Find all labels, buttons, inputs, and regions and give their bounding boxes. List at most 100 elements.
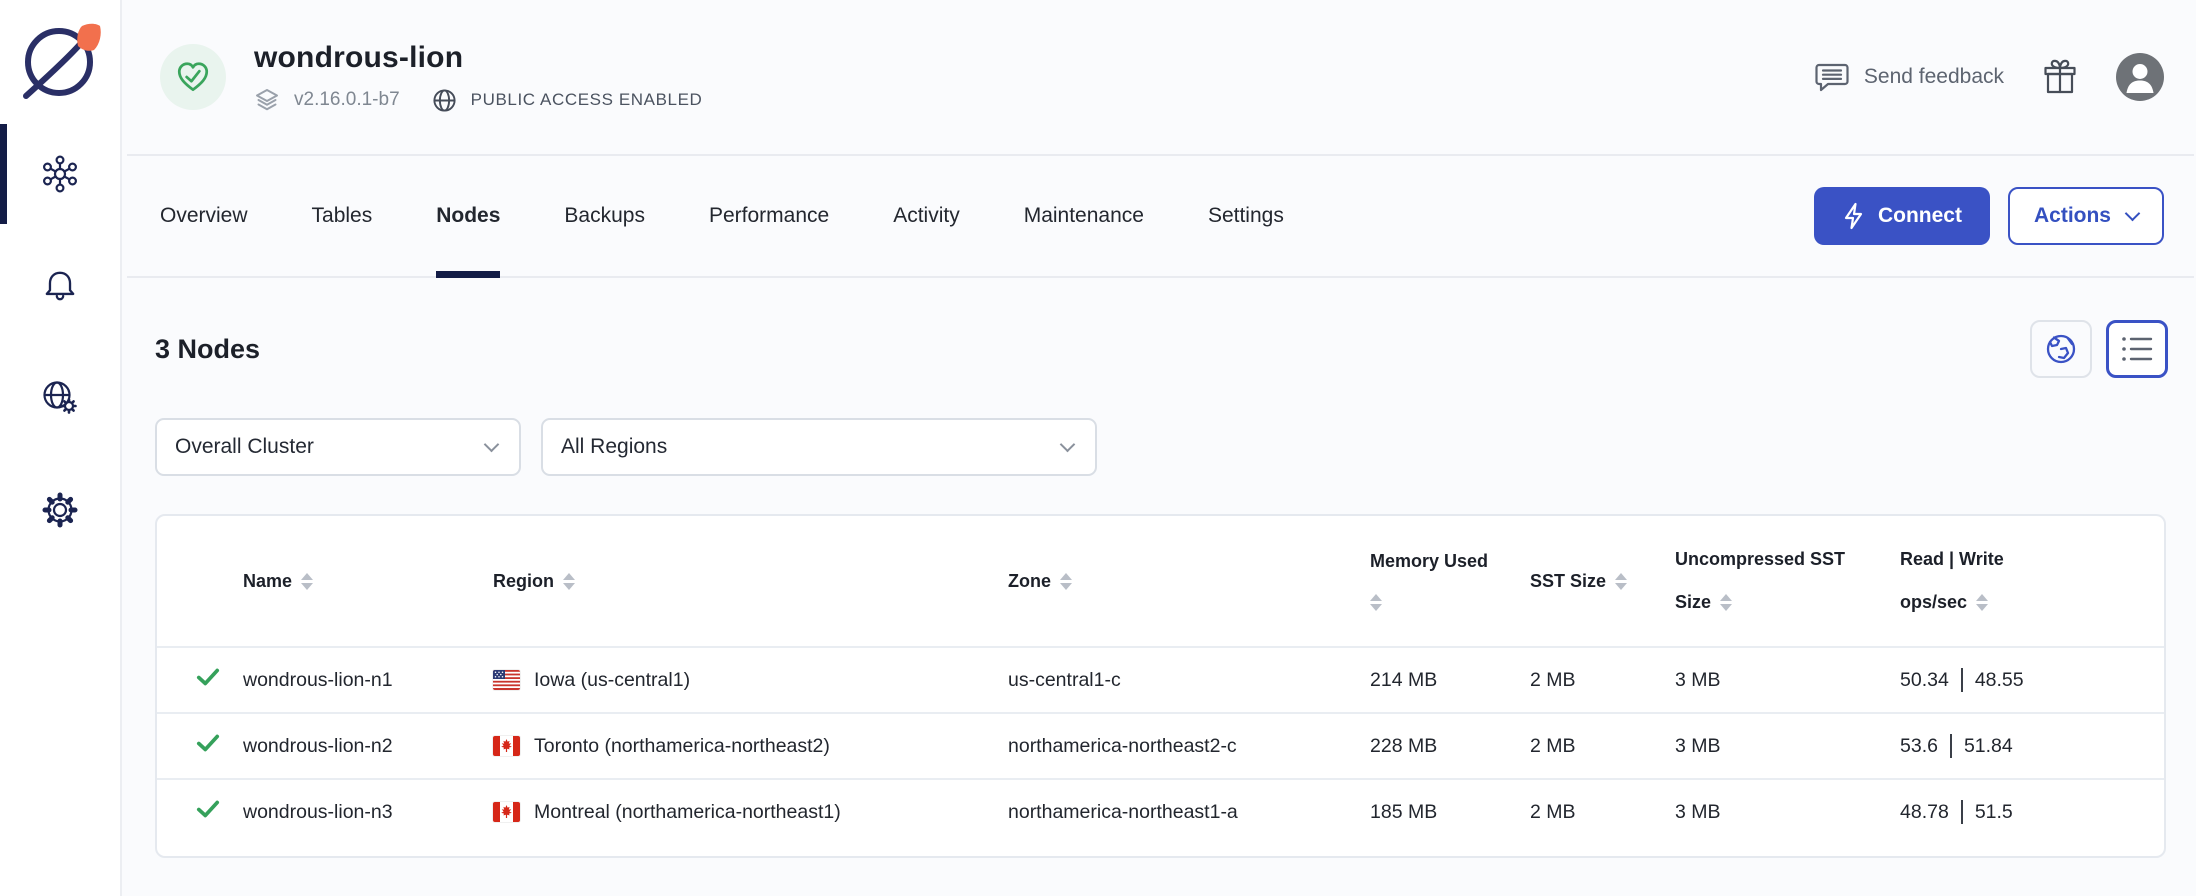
sort-icon: [1615, 573, 1627, 590]
tab-settings[interactable]: Settings: [1208, 156, 1284, 276]
sort-icon: [1720, 594, 1732, 611]
sort-icon: [1976, 594, 1988, 611]
globe-view-button[interactable]: [2030, 320, 2092, 378]
chevron-down-icon: [1060, 437, 1076, 453]
tab-bar: Overview Tables Nodes Backups Performanc…: [127, 156, 2194, 278]
chevron-down-icon: [484, 437, 500, 453]
node-memory-cell: 214 MB: [1370, 669, 1530, 692]
title-block: wondrous-lion v2.16.0.1-b7: [254, 41, 702, 113]
sidebar-item-alerts[interactable]: [0, 230, 120, 342]
canada-flag-icon: [493, 802, 520, 822]
person-icon: [2116, 53, 2164, 101]
node-status-cell: [195, 796, 243, 828]
sort-icon: [563, 573, 575, 590]
node-sst-cell: 2 MB: [1530, 801, 1675, 824]
view-toggles: [2030, 320, 2168, 378]
us-flag-icon: [493, 670, 520, 690]
col-read-write-ops[interactable]: Read | Write ops/sec: [1900, 549, 2126, 613]
public-access-label: PUBLIC ACCESS ENABLED: [471, 90, 703, 110]
health-badge: [160, 44, 226, 110]
node-zone-cell: northamerica-northeast2-c: [1008, 735, 1370, 758]
sidebar-item-network[interactable]: [0, 342, 120, 454]
healthy-check-icon: [195, 796, 221, 822]
sidebar-item-settings[interactable]: [0, 454, 120, 566]
col-memory-used[interactable]: Memory Used: [1370, 551, 1530, 611]
cluster-filter-value: Overall Cluster: [175, 435, 314, 459]
list-view-button[interactable]: [2106, 320, 2168, 378]
tab-bar-buttons: Connect Actions: [1814, 187, 2164, 245]
node-sst-cell: 2 MB: [1530, 735, 1675, 758]
user-avatar[interactable]: [2116, 53, 2164, 101]
node-memory-cell: 185 MB: [1370, 801, 1530, 824]
col-uncompressed-sst-size[interactable]: Uncompressed SST Size: [1675, 549, 1900, 613]
nodes-table-card: Name Region Zone Memory Used SST Size: [155, 514, 2166, 858]
tab-overview[interactable]: Overview: [160, 156, 248, 276]
healthy-heart-icon: [174, 58, 212, 96]
globe-gear-icon: [39, 377, 81, 419]
lightning-icon: [1842, 202, 1866, 230]
col-name[interactable]: Name: [243, 571, 493, 592]
canada-flag-icon: [493, 736, 520, 756]
main-area: wondrous-lion v2.16.0.1-b7: [122, 0, 2196, 896]
sort-icon: [1060, 573, 1072, 590]
layers-icon: [254, 87, 280, 113]
col-region[interactable]: Region: [493, 571, 1008, 592]
pipe-divider: [1950, 734, 1952, 758]
table-row[interactable]: wondrous-lion-n1 Iowa (us-central1): [157, 646, 2164, 712]
page-title: wondrous-lion: [254, 41, 702, 75]
sidebar-nav: [0, 118, 120, 566]
cluster-filter-select[interactable]: Overall Cluster: [155, 418, 521, 476]
node-name-cell: wondrous-lion-n2: [243, 735, 493, 758]
nodes-section-head: 3 Nodes: [155, 320, 2168, 378]
app-window: wondrous-lion v2.16.0.1-b7: [0, 0, 2196, 896]
tab-maintenance[interactable]: Maintenance: [1024, 156, 1144, 276]
actions-button[interactable]: Actions: [2008, 187, 2164, 245]
node-uncompressed-cell: 3 MB: [1675, 801, 1900, 824]
node-memory-cell: 228 MB: [1370, 735, 1530, 758]
node-read-write-cell: 50.3448.55: [1900, 668, 2126, 692]
sort-icon: [301, 573, 313, 590]
tab-tables[interactable]: Tables: [312, 156, 373, 276]
brand-logo-icon[interactable]: [10, 10, 110, 110]
gear-icon: [40, 490, 80, 530]
gift-icon[interactable]: [2042, 58, 2078, 96]
node-region-cell: Montreal (northamerica-northeast1): [493, 801, 1008, 824]
node-name-cell: wondrous-lion-n1: [243, 669, 493, 692]
list-view-icon: [2120, 334, 2154, 364]
node-read-write-cell: 48.7851.5: [1900, 800, 2126, 824]
node-region-label: Toronto (northamerica-northeast2): [534, 735, 830, 758]
nodes-count-title: 3 Nodes: [155, 334, 260, 365]
region-filter-select[interactable]: All Regions: [541, 418, 1097, 476]
node-read-write-cell: 53.651.84: [1900, 734, 2126, 758]
globe-view-icon: [2044, 332, 2078, 366]
tabs: Overview Tables Nodes Backups Performanc…: [160, 156, 1284, 276]
tab-backups[interactable]: Backups: [564, 156, 645, 276]
tab-nodes[interactable]: Nodes: [436, 156, 500, 276]
node-uncompressed-cell: 3 MB: [1675, 735, 1900, 758]
pipe-divider: [1961, 800, 1963, 824]
actions-button-label: Actions: [2034, 204, 2111, 228]
cluster-identity: wondrous-lion v2.16.0.1-b7: [160, 41, 702, 113]
table-row[interactable]: wondrous-lion-n2 Toronto (northamerica-n…: [157, 712, 2164, 778]
tab-performance[interactable]: Performance: [709, 156, 829, 276]
node-status-cell: [195, 664, 243, 696]
pipe-divider: [1961, 668, 1963, 692]
send-feedback-button[interactable]: Send feedback: [1814, 61, 2004, 93]
node-status-cell: [195, 730, 243, 762]
connect-button[interactable]: Connect: [1814, 187, 1990, 245]
connect-button-label: Connect: [1878, 204, 1962, 228]
healthy-check-icon: [195, 664, 221, 690]
cluster-hub-icon: [40, 154, 80, 194]
sidebar-item-clusters[interactable]: [0, 118, 120, 230]
tab-activity[interactable]: Activity: [893, 156, 960, 276]
chevron-down-icon: [2125, 206, 2141, 222]
col-sst-size[interactable]: SST Size: [1530, 571, 1675, 592]
col-zone[interactable]: Zone: [1008, 571, 1370, 592]
nodes-content: 3 Nodes: [122, 278, 2196, 896]
send-feedback-label: Send feedback: [1864, 65, 2004, 89]
cluster-meta: v2.16.0.1-b7 PUBLIC ACCESS ENABLED: [254, 87, 702, 113]
node-filters: Overall Cluster All Regions: [155, 418, 2168, 476]
sidebar: [0, 0, 122, 896]
public-access-globe-icon: [432, 88, 457, 113]
table-row[interactable]: wondrous-lion-n3 Montreal (northamerica-…: [157, 778, 2164, 844]
